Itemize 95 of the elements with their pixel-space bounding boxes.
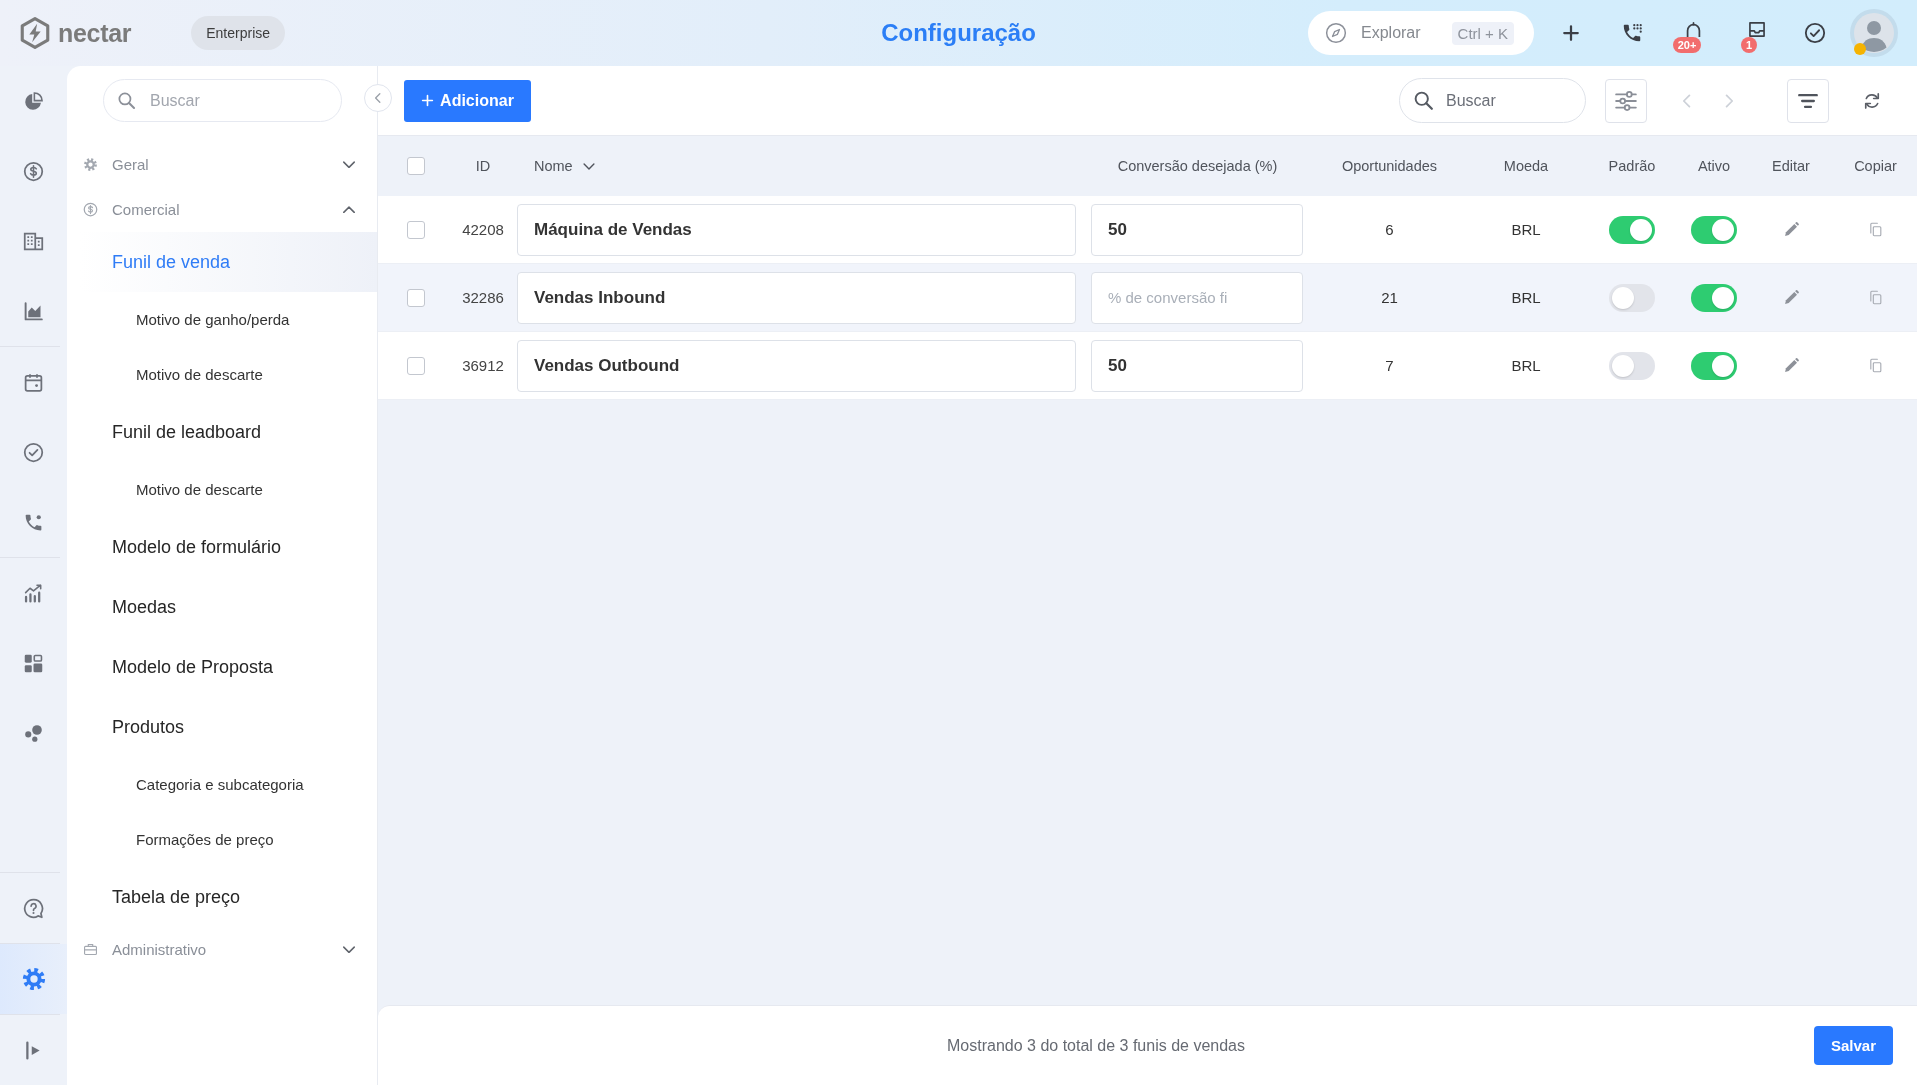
dollar-circle-icon (23, 160, 44, 182)
copy-icon[interactable] (1868, 290, 1883, 305)
compass-icon (1325, 22, 1347, 44)
toggle-switch[interactable] (1691, 215, 1737, 244)
conversion-input[interactable]: 50 (1091, 203, 1303, 256)
nav-item[interactable]: Motivo de descarte (80, 347, 377, 402)
collapse-button[interactable] (364, 84, 392, 112)
copy-icon[interactable] (1868, 222, 1883, 237)
pencil-icon[interactable] (1782, 357, 1800, 374)
nav-item[interactable]: Formações de preço (80, 812, 377, 867)
toggle-switch[interactable] (1609, 351, 1655, 380)
table-cell: 7 (1385, 357, 1394, 374)
area-chart-icon (23, 300, 44, 322)
shortcut-hint: Ctrl + K (1451, 21, 1514, 45)
phone-icon[interactable] (1621, 22, 1643, 44)
inbox-icon[interactable] (1748, 22, 1766, 37)
pencil-icon[interactable] (1782, 221, 1800, 238)
calendar-icon (23, 371, 44, 393)
table-cell: 42208 (462, 221, 504, 238)
nav-item[interactable]: Tabela de preço (80, 867, 377, 927)
caret-down-icon (582, 162, 595, 170)
help-icon (23, 897, 44, 919)
logo-icon (18, 16, 52, 50)
nav-item[interactable]: Funil de leadboard (80, 402, 377, 462)
column-header: Ativo (1697, 158, 1731, 174)
column-header: Moeda (1503, 158, 1549, 174)
checkbox[interactable] (407, 220, 425, 239)
checkbox[interactable] (407, 356, 425, 375)
avatar[interactable] (1850, 9, 1898, 57)
column-header: Editar (1772, 158, 1810, 174)
column-header: Padrão (1608, 158, 1656, 174)
table-cell: 21 (1381, 289, 1398, 306)
table-cell: 32286 (462, 289, 504, 306)
column-header: ID (475, 158, 491, 174)
column-header[interactable]: Nome (534, 158, 595, 174)
refresh-icon[interactable] (1862, 90, 1882, 111)
table-cell: 36912 (462, 357, 504, 374)
search-icon (1413, 90, 1434, 111)
nav-item[interactable]: Produtos (80, 697, 377, 757)
sidebar-button[interactable] (0, 944, 67, 1014)
nav-item[interactable]: Categoria e subcategoria (80, 757, 377, 812)
save-button[interactable]: Salvar (1814, 1026, 1893, 1065)
bubbles-icon (23, 722, 44, 744)
table-cell: BRL (1511, 289, 1541, 306)
check-circle-icon (23, 441, 44, 463)
filter-button[interactable] (1787, 78, 1829, 123)
pencil-icon[interactable] (1782, 289, 1800, 306)
toggle-switch[interactable] (1691, 283, 1737, 312)
nav-item[interactable]: Moedas (80, 577, 377, 637)
name-input[interactable]: Vendas Inbound (517, 271, 1076, 324)
nav-item[interactable]: Modelo de Proposta (80, 637, 377, 697)
explore-field[interactable]: Explorar Ctrl + K (1308, 11, 1534, 55)
nav-item[interactable]: Motivo de descarte (80, 462, 377, 517)
toggle-switch[interactable] (1609, 215, 1655, 244)
page-title: Configuração (881, 19, 1036, 47)
plan-badge: Enterprise (191, 16, 286, 50)
table-cell: BRL (1511, 221, 1541, 238)
pie-chart-icon (23, 90, 44, 112)
table-cell: 6 (1385, 221, 1394, 238)
column-header: Conversão desejada (%) (1117, 158, 1278, 174)
check-circle-icon[interactable] (1804, 22, 1826, 44)
bell-icon[interactable] (1684, 22, 1702, 37)
checkbox[interactable] (407, 288, 425, 307)
select-all-checkbox[interactable] (407, 157, 425, 175)
filter-icon (1798, 93, 1818, 108)
notification-badge: 20+ (1672, 37, 1702, 53)
search-icon (117, 91, 136, 110)
name-input[interactable]: Máquina de Vendas (517, 203, 1076, 256)
toggle-switch[interactable] (1691, 351, 1737, 380)
table-cell: BRL (1511, 357, 1541, 374)
dashboard-icon (23, 652, 44, 674)
copy-icon[interactable] (1868, 358, 1883, 373)
logo-text: nectar (58, 18, 132, 48)
building-icon (23, 230, 44, 252)
name-input[interactable]: Vendas Outbound (517, 339, 1076, 392)
plus-icon[interactable] (1562, 24, 1580, 42)
plus-icon (421, 94, 435, 107)
briefcase-icon (83, 942, 98, 957)
settings-icon (20, 966, 47, 992)
column-header: Oportunidades (1341, 158, 1438, 174)
notification-badge: 1 (1741, 37, 1757, 53)
column-header: Copiar (1854, 158, 1897, 174)
filter-settings-button[interactable] (1605, 78, 1647, 123)
conversion-input[interactable]: 50 (1091, 339, 1303, 392)
bar-chart-icon (23, 582, 44, 604)
add-button[interactable]: Adicionar (404, 79, 531, 122)
dollar-circle-icon (83, 202, 98, 217)
chevron-left-icon (375, 93, 381, 103)
nav-item[interactable]: Modelo de formulário (80, 517, 377, 577)
nav-item[interactable]: Motivo de ganho/perda (80, 292, 377, 347)
toggle-switch[interactable] (1609, 283, 1655, 312)
settings-icon (83, 157, 98, 172)
conversion-input[interactable]: % de conversão fi (1091, 271, 1303, 324)
results-summary: Mostrando 3 do total de 3 funis de vendas (947, 1036, 1245, 1055)
sliders-icon (1615, 90, 1637, 111)
